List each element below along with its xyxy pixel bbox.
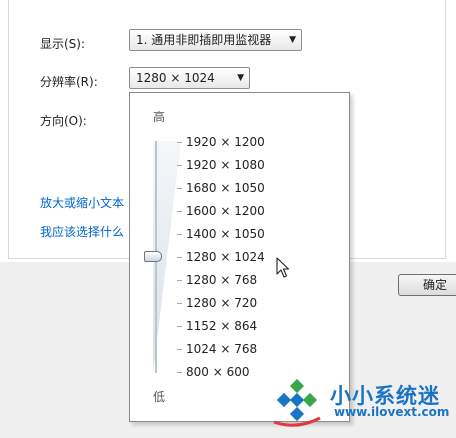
display-select-value: 1. 通用非即插即用监视器 [136,33,272,47]
slider-tick [177,280,182,281]
resolution-dropdown: 高 1920 × 1200 1920 × 1080 1680 × 1050 16… [129,92,350,422]
slider-tick [177,234,182,235]
slider-tick [177,349,182,350]
slider-thumb[interactable] [144,251,162,262]
resolution-option[interactable]: 1400 × 1050 [186,227,265,241]
low-label: 低 [153,390,166,404]
resolution-option[interactable]: 800 × 600 [186,365,250,379]
resolution-select-value: 1280 × 1024 [136,71,215,85]
slider-tick [177,257,182,258]
resolution-option-selected[interactable]: 1280 × 1024 [186,250,265,264]
slider-tick [177,142,182,143]
resolution-option[interactable]: 1152 × 864 [186,319,257,333]
text-size-link[interactable]: 放大或缩小文本 [40,194,124,211]
resolution-option[interactable]: 1920 × 1200 [186,135,265,149]
slider-tick [177,211,182,212]
ok-button-label: 确定 [423,278,448,292]
watermark-url: www.ilovext.com [334,405,450,419]
orientation-label: 方向(O): [40,114,87,128]
slider-tick [177,165,182,166]
resolution-option[interactable]: 1280 × 768 [186,273,257,287]
ok-button[interactable]: 确定 [398,274,456,296]
slider-tick [177,303,182,304]
resolution-option[interactable]: 1920 × 1080 [186,158,265,172]
which-settings-link[interactable]: 我应该选择什么 [40,223,124,240]
watermark-logo-icon [273,378,321,427]
resolution-option[interactable]: 1280 × 720 [186,296,257,310]
resolution-option[interactable]: 1680 × 1050 [186,181,265,195]
resolution-select[interactable]: 1280 × 1024 ▼ [129,67,250,89]
mouse-cursor-icon [276,257,290,278]
resolution-label: 分辨率(R): [40,75,98,89]
slider-tick [177,326,182,327]
high-label: 高 [153,110,166,124]
chevron-down-icon: ▼ [289,35,296,45]
slider-tick [177,188,182,189]
slider-tick [177,372,182,373]
chevron-down-icon: ▼ [237,73,244,83]
resolution-option[interactable]: 1024 × 768 [186,342,257,356]
display-select[interactable]: 1. 通用非即插即用监视器 ▼ [129,29,302,51]
resolution-option[interactable]: 1600 × 1200 [186,204,265,218]
display-label: 显示(S): [40,37,86,51]
